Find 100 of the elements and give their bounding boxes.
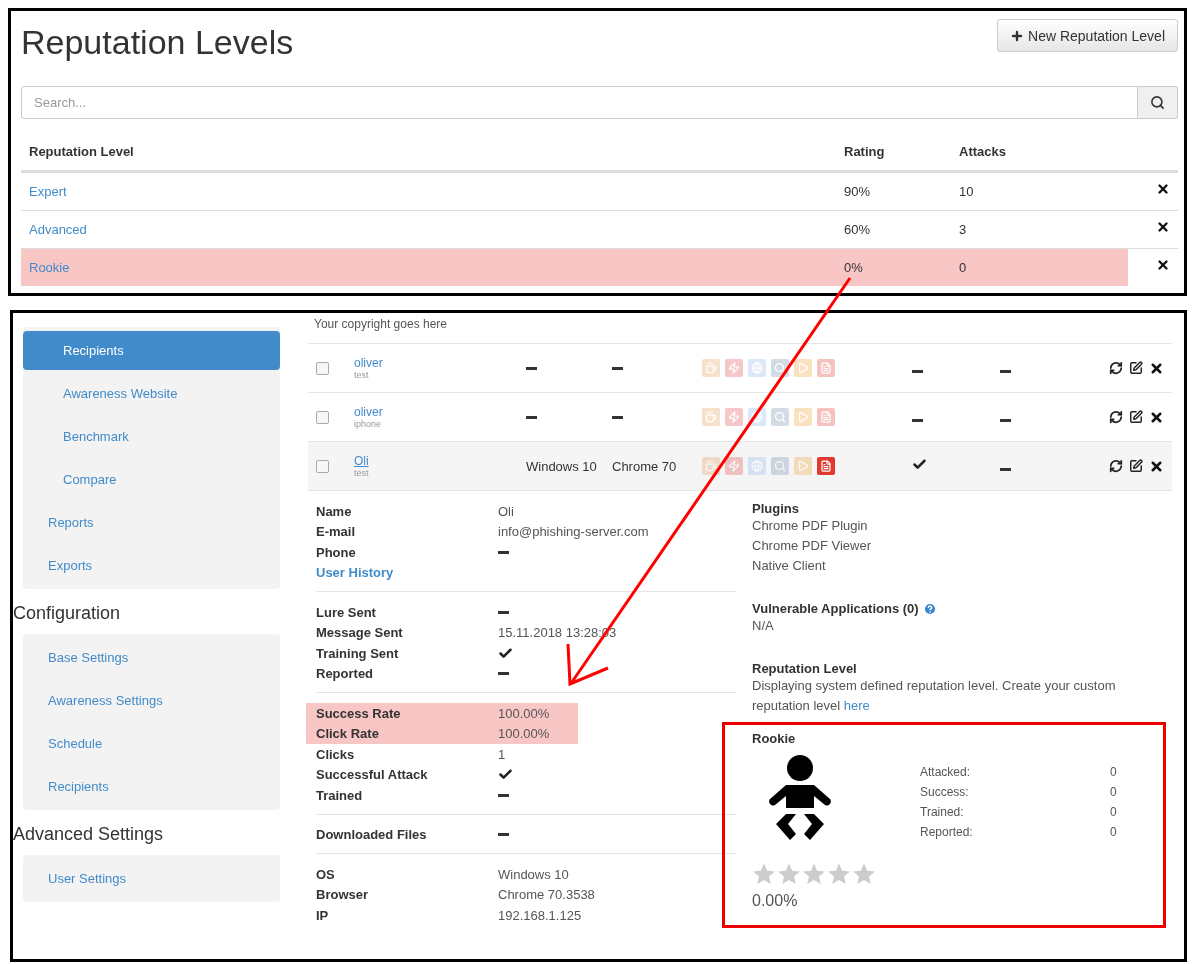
column-header: Rating [836,133,951,172]
detail-label: Reported [316,666,374,682]
reputation-description: Displaying system defined reputation level. Create your custom reputation level here [752,677,1117,715]
level-link[interactable]: Rookie [21,248,836,286]
detail-label: Clicks [316,746,355,762]
recipient-row[interactable]: Oli test Windows 10 Chrome 70 [308,442,1172,491]
minus-icon [1000,369,1011,373]
minus-icon [1000,467,1011,471]
minus-icon [498,610,509,614]
stat-value: 0 [1110,784,1118,801]
plus-icon [1010,28,1024,43]
sidebar-item[interactable]: Exports [23,546,280,585]
reputation-heading: Reputation Level [752,661,858,676]
sidebar-item[interactable]: Benchmark [23,417,280,456]
star-icon [752,862,776,886]
refresh-icon[interactable] [1109,458,1123,473]
level-link[interactable]: Expert [21,172,836,210]
delete-icon[interactable] [1149,360,1164,376]
detail-label: Browser [316,887,369,903]
sidebar-item[interactable]: Recipients [23,767,280,806]
minus-icon [1000,418,1011,422]
detail-value: info@phishing-server.com [498,524,649,540]
sidebar-item[interactable]: Base Settings [23,638,280,677]
new-level-button[interactable]: New Reputation Level [997,19,1178,52]
vulnerable-value: N/A [752,617,775,635]
star-icon [777,862,801,886]
minus-icon [526,415,537,419]
plugin-name: Chrome PDF Viewer [752,537,872,555]
row-checkbox[interactable] [316,410,329,424]
minus-icon [912,418,923,422]
search-icon [1150,95,1165,110]
device-label: iphone [354,419,382,429]
sidebar-item[interactable]: User Settings [23,859,280,898]
star-icon [852,862,876,886]
detail-label: Trained [316,787,363,803]
edit-icon[interactable] [1129,360,1143,375]
column-header: Reputation Level [21,133,836,172]
detail-label: Lure Sent [316,604,376,620]
stat-value: 0 [1110,764,1118,781]
detail-label: Message Sent [316,625,403,641]
delete-icon[interactable] [1156,182,1170,196]
detail-label: Successful Attack [316,767,428,783]
detail-label: Click Rate [316,726,379,742]
search-field[interactable]: Search... [21,86,1138,119]
edit-icon[interactable] [1129,409,1143,424]
sidebar-heading: Advanced Settings [13,823,165,846]
recipient-link[interactable]: oliver [354,356,383,370]
row-checkbox[interactable] [316,361,329,375]
help-icon[interactable] [922,601,937,616]
sidebar-item[interactable]: Schedule [23,724,280,763]
level-percent: 0.00% [752,892,799,910]
row-checkbox[interactable] [316,459,329,473]
detail-label: Downloaded Files [316,827,427,843]
detail-label: Name [316,503,352,519]
device-label: test [354,370,369,380]
minus-icon [498,833,509,837]
delete-icon[interactable] [1156,258,1170,272]
minus-icon [498,550,509,554]
browser-cell: Chrome 70 [612,458,677,474]
detail-value: Chrome 70.3538 [498,887,595,903]
page-title: Reputation Levels [21,23,294,62]
stat-value: 0 [1110,824,1118,841]
delete-icon[interactable] [1149,409,1164,425]
detail-value: 100.00% [498,705,550,721]
sidebar-item[interactable]: Awareness Settings [23,681,280,720]
here-link[interactable]: here [843,698,870,713]
delete-icon[interactable] [1156,220,1170,234]
recipient-link[interactable]: oliver [354,405,383,419]
refresh-icon[interactable] [1109,360,1123,375]
search-button[interactable] [1138,86,1178,119]
detail-label: Phone [316,544,356,560]
sidebar-item[interactable]: Recipients [23,331,280,370]
stat-label: Success: [920,784,970,801]
minus-icon [912,369,923,373]
plugins-heading: Plugins [752,501,800,516]
refresh-icon[interactable] [1109,409,1123,424]
check-icon [912,457,927,472]
delete-icon[interactable] [1149,458,1164,474]
detail-value: Windows 10 [498,866,569,882]
column-header: Attacks [951,133,1128,172]
stat-value: 0 [1110,804,1118,821]
table-cell: 90% [836,172,951,210]
minus-icon [498,793,509,797]
os-cell: Windows 10 [526,458,597,474]
detail-value: 100.00% [498,726,550,742]
user-history-link[interactable]: User History [316,565,394,581]
table-cell: 0% [836,248,951,286]
device-label: test [354,468,369,478]
recipient-link[interactable]: Oli [354,454,369,468]
detail-value: 192.168.1.125 [498,907,582,923]
check-icon [498,645,513,661]
detail-label: Training Sent [316,645,399,661]
sidebar-item[interactable]: Compare [23,460,280,499]
stat-label: Reported: [920,824,974,841]
minus-icon [498,672,509,676]
sidebar-heading: Configuration [13,602,122,625]
table-cell: 10 [951,172,1128,210]
edit-icon[interactable] [1129,458,1143,473]
sidebar-item[interactable]: Awareness Website [23,374,280,413]
sidebar-item[interactable]: Reports [23,503,280,542]
